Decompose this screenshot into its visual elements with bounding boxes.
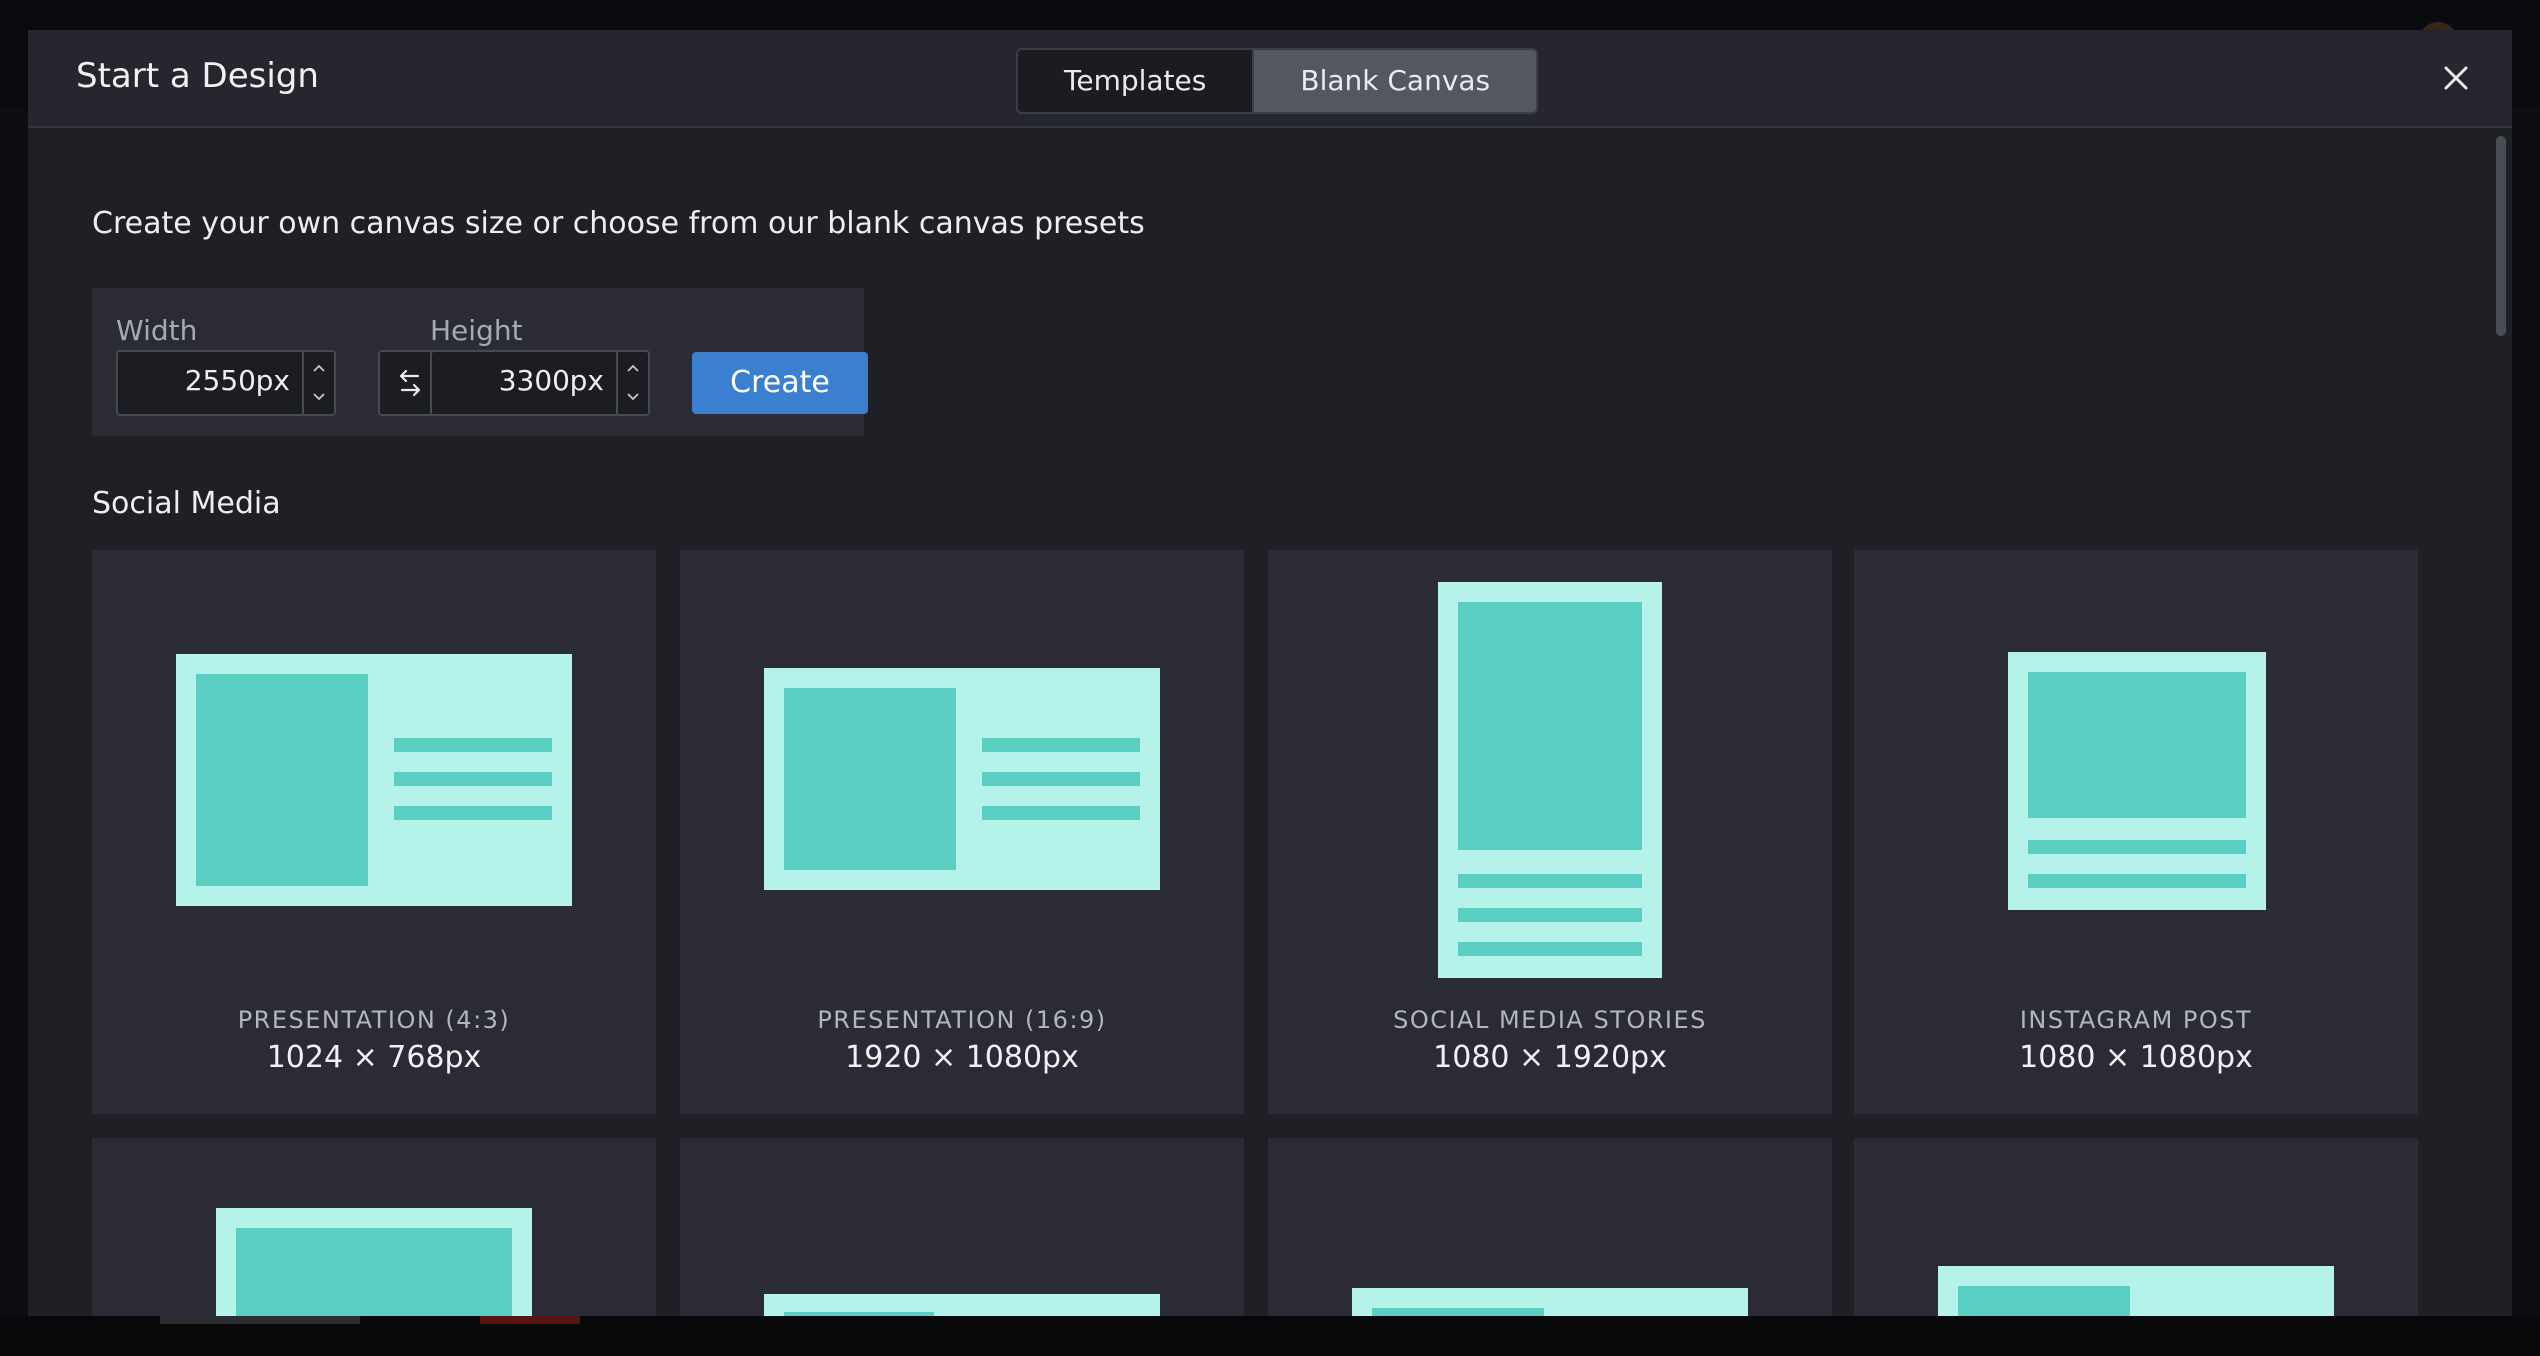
thumbnail-text-line [1458, 874, 1642, 888]
chevron-up-icon [313, 364, 325, 372]
modal-header: Start a Design Templates Blank Canvas [28, 30, 2512, 128]
preset-thumbnail [1438, 582, 1662, 978]
preset-card[interactable] [1268, 1138, 1832, 1316]
preset-thumbnail [1938, 1266, 2334, 1316]
preset-card-presentation-4-3[interactable]: PRESENTATION (4:3) 1024 × 768px [92, 550, 656, 1114]
thumbnail-text-line [1458, 942, 1642, 956]
preset-card[interactable] [680, 1138, 1244, 1316]
preset-thumbnail [216, 1208, 532, 1316]
width-stepper [302, 352, 334, 414]
height-unit: px [569, 364, 604, 397]
height-decrement-button[interactable] [618, 383, 648, 414]
thumbnail-image-block [196, 674, 368, 886]
thumbnail-text-line [2028, 840, 2246, 854]
preset-card-presentation-16-9[interactable]: PRESENTATION (16:9) 1920 × 1080px [680, 550, 1244, 1114]
modal-title: Start a Design [76, 56, 319, 96]
thumbnail-image-block [784, 688, 956, 870]
height-value[interactable]: 3300 [499, 364, 570, 397]
preset-name: PRESENTATION (16:9) [817, 1006, 1107, 1034]
width-increment-button[interactable] [304, 352, 334, 383]
thumbnail-text-line [394, 806, 552, 820]
width-value[interactable]: 2550 [185, 364, 256, 397]
preset-card-instagram-post[interactable]: INSTAGRAM POST 1080 × 1080px [1854, 550, 2418, 1114]
thumbnail-text-line [1458, 908, 1642, 922]
background-thumbnail [480, 1316, 580, 1324]
swap-icon [399, 369, 421, 397]
height-stepper [616, 352, 648, 414]
thumbnail-text-line [982, 772, 1140, 786]
thumbnail-text-line [982, 738, 1140, 752]
height-increment-button[interactable] [618, 352, 648, 383]
preset-size: 1080 × 1920px [1433, 1040, 1667, 1075]
start-design-modal: Start a Design Templates Blank Canvas Cr… [28, 30, 2512, 1316]
preset-name: PRESENTATION (4:3) [237, 1006, 511, 1034]
close-icon [2444, 66, 2468, 90]
width-unit: px [255, 364, 290, 397]
thumbnail-text-line [982, 806, 1140, 820]
thumbnail-image-block [1458, 602, 1642, 850]
background-app-footer [0, 1316, 2540, 1356]
thumbnail-image-block [1958, 1286, 2130, 1316]
preset-card[interactable] [1854, 1138, 2418, 1316]
preset-thumbnail [2008, 652, 2266, 910]
preset-size: 1024 × 768px [266, 1040, 482, 1075]
preset-name: SOCIAL MEDIA STORIES [1393, 1006, 1707, 1034]
close-button[interactable] [2436, 58, 2476, 98]
thumbnail-image-block [1372, 1308, 1544, 1316]
preset-thumbnail [176, 654, 572, 906]
chevron-down-icon [313, 393, 325, 401]
section-title-social-media: Social Media [92, 486, 281, 521]
chevron-up-icon [627, 364, 639, 372]
thumbnail-text-line [2028, 874, 2246, 888]
thumbnail-text-line [394, 772, 552, 786]
thumbnail-text-line [394, 738, 552, 752]
preset-card-social-media-stories[interactable]: SOCIAL MEDIA STORIES 1080 × 1920px [1268, 550, 1832, 1114]
preset-card[interactable] [92, 1138, 656, 1316]
width-decrement-button[interactable] [304, 383, 334, 414]
tab-blank-canvas[interactable]: Blank Canvas [1252, 50, 1537, 112]
intro-text: Create your own canvas size or choose fr… [92, 206, 1145, 241]
tab-templates[interactable]: Templates [1018, 50, 1253, 112]
preset-thumbnail [1352, 1288, 1748, 1316]
thumbnail-image-block [2028, 672, 2246, 818]
preset-thumbnail [764, 1294, 1160, 1316]
create-button[interactable]: Create [692, 352, 868, 414]
width-label: Width [116, 314, 198, 347]
preset-size: 1920 × 1080px [845, 1040, 1079, 1075]
preset-thumbnail [764, 668, 1160, 890]
chevron-down-icon [627, 393, 639, 401]
width-input[interactable]: 2550 px [116, 350, 336, 416]
tab-switcher: Templates Blank Canvas [1016, 48, 1539, 114]
height-label: Height [430, 314, 523, 347]
background-thumbnail [160, 1316, 360, 1324]
preset-name: INSTAGRAM POST [2019, 1006, 2253, 1034]
custom-size-panel: Width 2550 px Height 3300 px Create [92, 288, 868, 436]
scrollbar-thumb[interactable] [2496, 136, 2506, 336]
thumbnail-image-block [784, 1312, 934, 1316]
thumbnail-image-block [236, 1228, 512, 1316]
preset-size: 1080 × 1080px [2019, 1040, 2253, 1075]
height-input[interactable]: 3300 px [430, 350, 650, 416]
